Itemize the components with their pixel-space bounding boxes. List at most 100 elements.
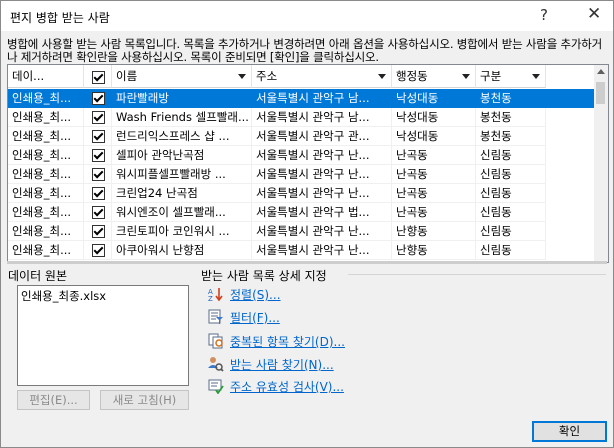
refresh-button[interactable]: 새로 고침(H) bbox=[100, 390, 189, 410]
cell-address: 서울특별시 관악구 난... bbox=[252, 222, 392, 241]
help-button[interactable]: ? bbox=[540, 6, 548, 24]
recipient-list-header: 데이... 이름 주소 행정동 구분 bbox=[8, 65, 594, 89]
include-checkbox[interactable] bbox=[92, 92, 105, 105]
include-checkbox[interactable] bbox=[92, 168, 105, 181]
include-cell[interactable] bbox=[84, 222, 112, 241]
recipient-row[interactable]: 인쇄용_최... 워시피플셀프빨래방 ... 서울특별시 관악구 난... 난곡동 신림… bbox=[8, 165, 594, 184]
validate-address-link[interactable]: 주소 유효성 검사(V)... bbox=[230, 378, 344, 395]
cell-name: 셀피아 관악난곡점 bbox=[112, 146, 252, 165]
recipient-list[interactable]: 데이... 이름 주소 행정동 구분 인쇄용_최... 파란빨래방 서울특별시 관악구 남.… bbox=[7, 64, 609, 263]
cell-address: 서울특별시 관악구 관... bbox=[252, 127, 392, 146]
cell-address: 서울특별시 관악구 난... bbox=[252, 241, 392, 260]
cell-address: 서울특별시 관악구 난... bbox=[252, 146, 392, 165]
recipient-row[interactable]: 인쇄용_최... 크린토피아 코인워시 ... 서울특별시 관악구 난... 난향동 신… bbox=[8, 222, 594, 241]
include-checkbox[interactable] bbox=[92, 187, 105, 200]
sort-link[interactable]: 정렬(S)... bbox=[230, 286, 281, 303]
cell-type: 신림동 bbox=[476, 222, 546, 241]
cell-source: 인쇄용_최... bbox=[8, 222, 84, 241]
column-header-checkbox[interactable] bbox=[84, 65, 112, 88]
filter-link[interactable]: 필터(F)... bbox=[230, 309, 280, 326]
include-checkbox[interactable] bbox=[92, 130, 105, 143]
cell-type: 신림동 bbox=[476, 241, 546, 260]
cell-name: 워시피플셀프빨래방 ... bbox=[112, 165, 252, 184]
recipient-row[interactable]: 인쇄용_최... Wash Friends 셀프빨래... 서울특별시 관악구 남.… bbox=[8, 108, 594, 127]
include-cell[interactable] bbox=[84, 203, 112, 222]
chevron-down-icon[interactable] bbox=[532, 74, 540, 79]
column-header-type[interactable]: 구분 bbox=[476, 65, 546, 88]
recipient-row[interactable]: 인쇄용_최... 워시엔조이 셀프빨래... 서울특별시 관악구 법... 난곡동 신림… bbox=[8, 203, 594, 222]
validate-address-icon bbox=[208, 379, 224, 394]
cell-dong: 난곡동 bbox=[392, 165, 476, 184]
include-cell[interactable] bbox=[84, 184, 112, 203]
include-cell[interactable] bbox=[84, 241, 112, 260]
cell-dong: 난향동 bbox=[392, 222, 476, 241]
include-checkbox[interactable] bbox=[92, 244, 105, 257]
cell-dong: 난향동 bbox=[392, 241, 476, 260]
column-header-source[interactable]: 데이... bbox=[8, 65, 84, 88]
cell-dong: 낙성대동 bbox=[392, 89, 476, 108]
column-header-label: 주소 bbox=[256, 69, 278, 83]
include-cell[interactable] bbox=[84, 108, 112, 127]
cell-type: 봉천동 bbox=[476, 89, 546, 108]
cell-dong: 낙성대동 bbox=[392, 108, 476, 127]
cell-type: 신림동 bbox=[476, 165, 546, 184]
horizontal-scrollbar[interactable] bbox=[7, 261, 607, 264]
svg-text:Z: Z bbox=[208, 295, 213, 302]
find-recipient-icon bbox=[208, 357, 224, 372]
include-cell[interactable] bbox=[84, 89, 112, 108]
chevron-down-icon[interactable] bbox=[238, 74, 246, 79]
cell-name: 크린업24 난곡점 bbox=[112, 184, 252, 203]
refine-list-label: 받는 사람 목록 상세 지정 bbox=[201, 269, 327, 283]
cell-dong: 낙성대동 bbox=[392, 127, 476, 146]
select-all-checkbox[interactable] bbox=[92, 71, 105, 84]
filter-icon bbox=[208, 309, 223, 324]
cell-type: 신림동 bbox=[476, 146, 546, 165]
chevron-down-icon[interactable] bbox=[378, 74, 386, 79]
column-header-dong[interactable]: 행정동 bbox=[392, 65, 476, 88]
title-bar[interactable]: 편지 병합 받는 사람 ? ✕ bbox=[1, 1, 613, 31]
ok-button[interactable]: 확인 bbox=[532, 421, 607, 442]
column-header-label: 데이... bbox=[12, 69, 45, 83]
include-cell[interactable] bbox=[84, 146, 112, 165]
column-header-label: 구분 bbox=[480, 69, 502, 83]
cell-address: 서울특별시 관악구 남... bbox=[252, 108, 392, 127]
scroll-up-arrow-icon[interactable] bbox=[597, 69, 605, 74]
include-checkbox[interactable] bbox=[92, 225, 105, 238]
vertical-scrollbar[interactable] bbox=[594, 65, 608, 262]
cell-name: Wash Friends 셀프빨래... bbox=[112, 108, 252, 127]
cell-name: 크린토피아 코인워시 ... bbox=[112, 222, 252, 241]
column-header-label: 행정동 bbox=[396, 69, 428, 83]
cell-type: 신림동 bbox=[476, 203, 546, 222]
data-source-item[interactable]: 인쇄용_최종.xlsx bbox=[21, 288, 106, 304]
refine-divider bbox=[348, 274, 606, 275]
cell-source: 인쇄용_최... bbox=[8, 108, 84, 127]
cell-source: 인쇄용_최... bbox=[8, 89, 84, 108]
column-header-address[interactable]: 주소 bbox=[252, 65, 392, 88]
cell-dong: 난곡동 bbox=[392, 184, 476, 203]
find-duplicates-link[interactable]: 중복된 항목 찾기(D)... bbox=[230, 333, 345, 350]
scroll-thumb[interactable] bbox=[596, 82, 605, 104]
cell-name: 아쿠아워시 난향점 bbox=[112, 241, 252, 260]
mail-merge-recipients-dialog: 편지 병합 받는 사람 ? ✕ 병합에 사용할 받는 사람 목록입니다. 목록을… bbox=[0, 0, 614, 448]
instructions-text: 병합에 사용할 받는 사람 목록입니다. 목록을 추가하거나 변경하려면 아래 … bbox=[7, 37, 603, 64]
recipient-row[interactable]: 인쇄용_최... 셀피아 관악난곡점 서울특별시 관악구 난... 난곡동 신림동 bbox=[8, 146, 594, 165]
include-cell[interactable] bbox=[84, 165, 112, 184]
find-duplicates-icon bbox=[208, 333, 223, 349]
edit-button[interactable]: 편집(E)... bbox=[17, 390, 90, 410]
recipient-row[interactable]: 인쇄용_최... 크린업24 난곡점 서울특별시 관악구 난... 난곡동 신림동 bbox=[8, 184, 594, 203]
chevron-down-icon[interactable] bbox=[462, 74, 470, 79]
include-checkbox[interactable] bbox=[92, 206, 105, 219]
recipient-row[interactable]: 인쇄용_최... 아쿠아워시 난향점 서울특별시 관악구 난... 난향동 신림동 bbox=[8, 241, 594, 260]
data-source-list[interactable]: 인쇄용_최종.xlsx bbox=[17, 285, 189, 386]
include-checkbox[interactable] bbox=[92, 111, 105, 124]
close-button[interactable]: ✕ bbox=[587, 4, 601, 24]
include-checkbox[interactable] bbox=[92, 149, 105, 162]
column-header-name[interactable]: 이름 bbox=[112, 65, 252, 88]
cell-type: 봉천동 bbox=[476, 127, 546, 146]
recipient-row[interactable]: 인쇄용_최... 런드리익스프레스 샵 ... 서울특별시 관악구 관... 낙성대동… bbox=[8, 127, 594, 146]
data-source-label: 데이터 원본 bbox=[8, 269, 68, 283]
recipient-row[interactable]: 인쇄용_최... 파란빨래방 서울특별시 관악구 남... 낙성대동 봉천동 bbox=[8, 89, 594, 108]
include-cell[interactable] bbox=[84, 127, 112, 146]
find-recipient-link[interactable]: 받는 사람 찾기(N)... bbox=[230, 356, 334, 373]
cell-source: 인쇄용_최... bbox=[8, 165, 84, 184]
